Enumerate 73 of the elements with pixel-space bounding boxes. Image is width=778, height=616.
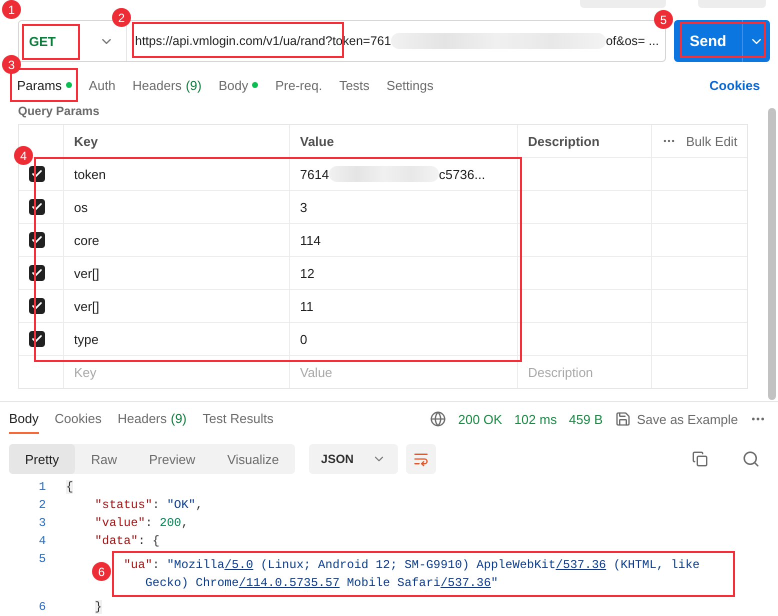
response-tab[interactable]: Test Results [202, 404, 274, 434]
wrap-icon [412, 451, 429, 467]
status-code: 200 OK [458, 412, 502, 426]
table-cell: 3 [300, 200, 308, 214]
column-header: Description [528, 134, 600, 148]
table-cell: token [74, 166, 106, 182]
check-icon [31, 201, 43, 213]
request-tab[interactable]: Pre-req. [275, 78, 322, 92]
line-number: 5 [38, 551, 47, 568]
section-title: Query Params [17, 103, 100, 120]
request-tab[interactable]: Headers (9) [132, 78, 202, 92]
line-number: 2 [38, 497, 47, 514]
step-badge: 6 [92, 562, 111, 581]
cookies-link[interactable]: Cookies [709, 78, 760, 92]
search-icon[interactable] [742, 450, 760, 468]
key-field[interactable]: Key [74, 364, 279, 380]
line-number: 1 [38, 479, 47, 496]
table-cell: 114 [300, 232, 321, 248]
request-tab[interactable]: Tests [339, 78, 370, 92]
scrollbar[interactable] [768, 108, 776, 400]
save-example-button[interactable]: Save as Example [614, 411, 738, 427]
wrap-lines-button[interactable] [406, 444, 436, 474]
table-cell: 0 [300, 332, 308, 346]
table-cell: c5736... [438, 166, 486, 182]
table-cell: type [74, 332, 99, 346]
method-select[interactable]: GET [19, 21, 127, 61]
response-size: 459 B [568, 412, 603, 426]
request-tab[interactable]: Params [17, 78, 72, 92]
copy-icon[interactable] [692, 451, 708, 467]
save-icon [614, 411, 631, 427]
check-icon [31, 168, 43, 180]
step-badge: 2 [112, 8, 131, 27]
column-header: Key [74, 134, 98, 148]
response-tab[interactable]: Cookies [54, 404, 102, 434]
check-icon [31, 234, 43, 246]
request-tab[interactable]: Auth [88, 78, 116, 92]
line-number: 6 [38, 599, 47, 616]
view-tab[interactable]: Visualize [211, 444, 296, 474]
table-cell: ver[] [74, 266, 100, 280]
table-cell: ver[] [74, 298, 100, 314]
table-cell: os [74, 200, 88, 214]
step-badge: 4 [14, 146, 33, 165]
check-icon [31, 267, 43, 279]
value-field[interactable]: Value [300, 364, 507, 380]
view-tab[interactable]: Raw [74, 444, 133, 474]
description-field[interactable]: Description [528, 364, 641, 380]
code-line: "status": "OK", [94, 497, 204, 514]
check-icon [31, 300, 43, 312]
view-tab[interactable]: Pretty [9, 444, 75, 474]
response-time: 102 ms [514, 412, 557, 426]
code-line: "value": 200, [94, 515, 190, 532]
format-select[interactable]: JSON [309, 444, 398, 474]
line-number: 3 [38, 515, 47, 532]
step-badge: 3 [2, 55, 21, 74]
request-tab[interactable]: Settings [386, 78, 434, 92]
response-tab[interactable]: Body [9, 404, 39, 434]
column-header: Value [300, 134, 334, 148]
view-tab[interactable]: Preview [132, 444, 212, 474]
request-tab[interactable]: Body [218, 78, 258, 92]
step-badge: 5 [654, 10, 673, 29]
line-number: 4 [38, 533, 47, 550]
bulk-edit-button[interactable]: Bulk Edit [662, 134, 738, 148]
highlight-frame [22, 24, 80, 60]
response-tab[interactable]: Headers (9) [118, 404, 187, 434]
code-line: "ua": "Mozilla/5.0 (Linux; Android 12; SM-G9910) AppleWebKit/537.36 (KHTML, like Gecko) Chrome/114.0.5735.57 Mobile Safari/537.36" [124, 557, 701, 592]
table-cell: 7614 [300, 166, 329, 182]
table-cell: 12 [300, 266, 314, 280]
table-cell: 11 [300, 298, 314, 314]
table-cell: core [74, 232, 100, 248]
globe-icon[interactable] [430, 411, 446, 427]
code-line: "data": { [94, 533, 161, 550]
step-badge: 1 [2, 0, 21, 19]
check-icon [31, 333, 43, 345]
